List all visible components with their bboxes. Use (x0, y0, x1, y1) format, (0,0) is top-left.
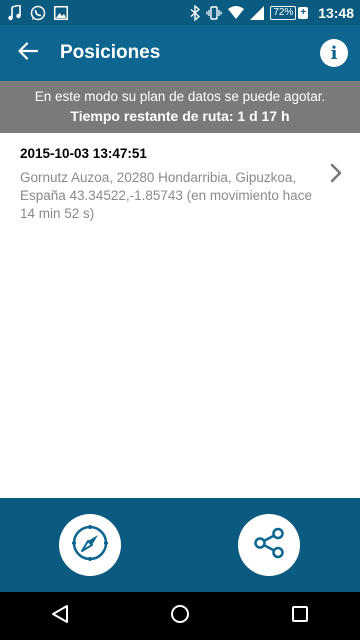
charging-icon: + (298, 6, 309, 19)
arrow-back-icon (18, 41, 39, 65)
nav-recents-button[interactable] (276, 592, 324, 640)
system-status-icons: 72% + 13:48 (190, 4, 354, 21)
notification-icons (8, 4, 68, 21)
music-note-icon (8, 4, 22, 21)
app-bar: Posiciones i (0, 25, 360, 81)
chevron-right-icon (330, 163, 342, 188)
page-title: Posiciones (60, 42, 161, 63)
clock: 13:48 (318, 4, 354, 21)
nav-back-button[interactable] (36, 592, 84, 640)
data-plan-banner: En este modo su plan de datos se puede a… (0, 81, 360, 133)
data-plan-warning: En este modo su plan de datos se puede a… (34, 89, 326, 104)
remaining-route-time: Tiempo restante de ruta: 1 d 17 h (70, 108, 290, 124)
status-bar: 72% + 13:48 (0, 0, 360, 25)
battery-level: 72% (270, 5, 297, 20)
list-item[interactable]: 2015-10-03 13:47:51 Gornutz Auzoa, 20280… (0, 133, 360, 223)
back-triangle-icon (51, 604, 69, 629)
wifi-icon (228, 5, 245, 20)
compass-button[interactable] (59, 514, 121, 576)
info-button[interactable]: i (320, 39, 348, 67)
compass-icon (70, 523, 110, 568)
share-button[interactable] (238, 514, 300, 576)
back-button[interactable] (0, 25, 56, 81)
position-address: Gornutz Auzoa, 20280 Hondarribia, Gipuzk… (20, 170, 312, 221)
navigation-bar (0, 592, 360, 640)
signal-icon (250, 5, 265, 20)
share-icon (251, 525, 287, 566)
position-date: 2015-10-03 13:47:51 (20, 146, 147, 161)
home-circle-icon (170, 604, 190, 629)
vibrate-icon (206, 5, 222, 21)
battery-indicator: 72% + (270, 5, 309, 20)
whatsapp-icon (30, 5, 46, 21)
nav-home-button[interactable] (156, 592, 204, 640)
bluetooth-icon (190, 4, 201, 21)
image-icon (54, 5, 68, 20)
info-icon: i (330, 42, 338, 64)
recents-square-icon (291, 605, 309, 628)
positions-list: 2015-10-03 13:47:51 Gornutz Auzoa, 20280… (0, 133, 360, 223)
bottom-action-bar (0, 498, 360, 592)
